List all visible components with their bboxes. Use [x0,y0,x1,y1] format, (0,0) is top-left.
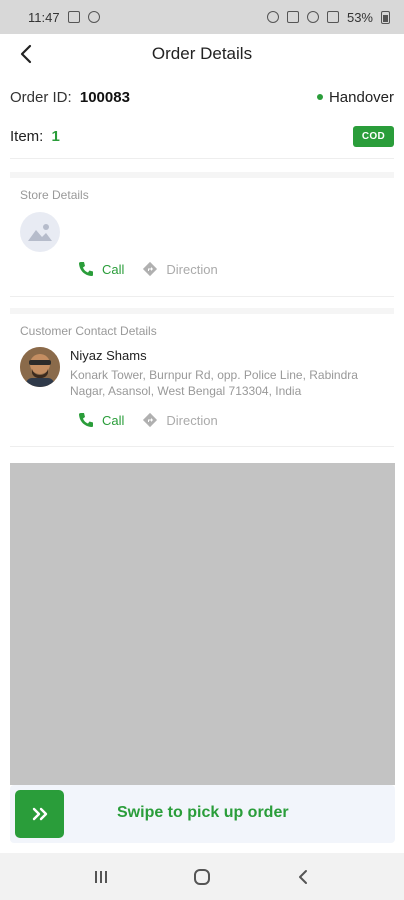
phone-icon [79,262,93,276]
status-time: 11:47 [28,9,60,25]
back-arrow-icon [20,44,32,64]
store-call-label: Call [102,261,125,277]
divider [10,296,394,297]
order-status: Handover [316,88,394,106]
back-button[interactable] [12,40,40,68]
status-bar: 11:47 53% [0,0,404,34]
store-avatar [20,212,60,252]
mute-icon [286,11,299,23]
swipe-label: Swipe to pick up order [117,804,289,821]
customer-name: Niyaz Shams [70,348,147,363]
store-actions: Call Direction [78,261,218,277]
customer-photo [20,347,60,387]
status-right: 53% [266,9,390,25]
section-separator [10,308,394,314]
app-header: Order Details [0,34,404,74]
home-icon [193,868,210,885]
customer-call-label: Call [102,412,125,428]
customer-call-button[interactable]: Call [78,412,124,428]
divider [10,446,394,447]
order-id: Order ID: 100083 [10,89,130,106]
item-row: Item: 1 COD [10,124,394,148]
system-nav-bar [0,853,404,900]
nav-back-button[interactable] [283,857,323,897]
swipe-bar[interactable]: Swipe to pick up order [10,785,395,843]
customer-direction-button[interactable]: Direction [142,412,218,428]
section-separator [10,172,394,178]
order-id-row: Order ID: 100083 Handover [10,86,394,108]
image-placeholder-icon [28,224,52,241]
map-view[interactable] [10,463,395,785]
double-chevron-right-icon [32,807,47,821]
status-left: 11:47 [28,10,100,25]
store-section-label: Store Details [20,188,89,202]
battery-percent: 53% [346,9,373,25]
item-label: Item: [10,127,44,145]
home-button[interactable] [182,857,222,897]
status-dot-icon [316,94,323,100]
page-title: Order Details [151,44,253,63]
divider [10,158,394,159]
order-status-label: Handover [328,88,394,106]
swipe-handle[interactable] [15,790,64,838]
gallery-notification-icon [67,11,80,23]
item-value: 1 [51,127,60,145]
store-direction-label: Direction [166,261,218,277]
alarm-icon [266,11,279,23]
customer-address: Konark Tower, Burnpur Rd, opp. Police Li… [70,368,358,398]
customer-actions: Call Direction [78,412,218,428]
direction-icon [143,412,158,428]
customer-avatar [20,347,60,387]
customer-direction-label: Direction [166,412,218,428]
order-id-label: Order ID: [10,88,72,106]
signal-icon [326,11,339,23]
wifi-icon [306,11,319,23]
store-direction-button[interactable]: Direction [142,261,218,277]
payment-badge: COD [352,125,394,147]
order-id-value: 100083 [79,88,130,106]
nav-back-icon [299,869,308,884]
direction-icon [143,261,158,277]
item-count: Item: 1 [10,128,60,145]
phone-icon [79,413,93,427]
customer-section-label: Customer Contact Details [20,324,157,338]
store-call-button[interactable]: Call [78,261,124,277]
battery-icon [381,10,390,24]
recents-button[interactable] [81,857,121,897]
whatsapp-notification-icon [87,11,100,23]
recents-icon [94,870,107,883]
